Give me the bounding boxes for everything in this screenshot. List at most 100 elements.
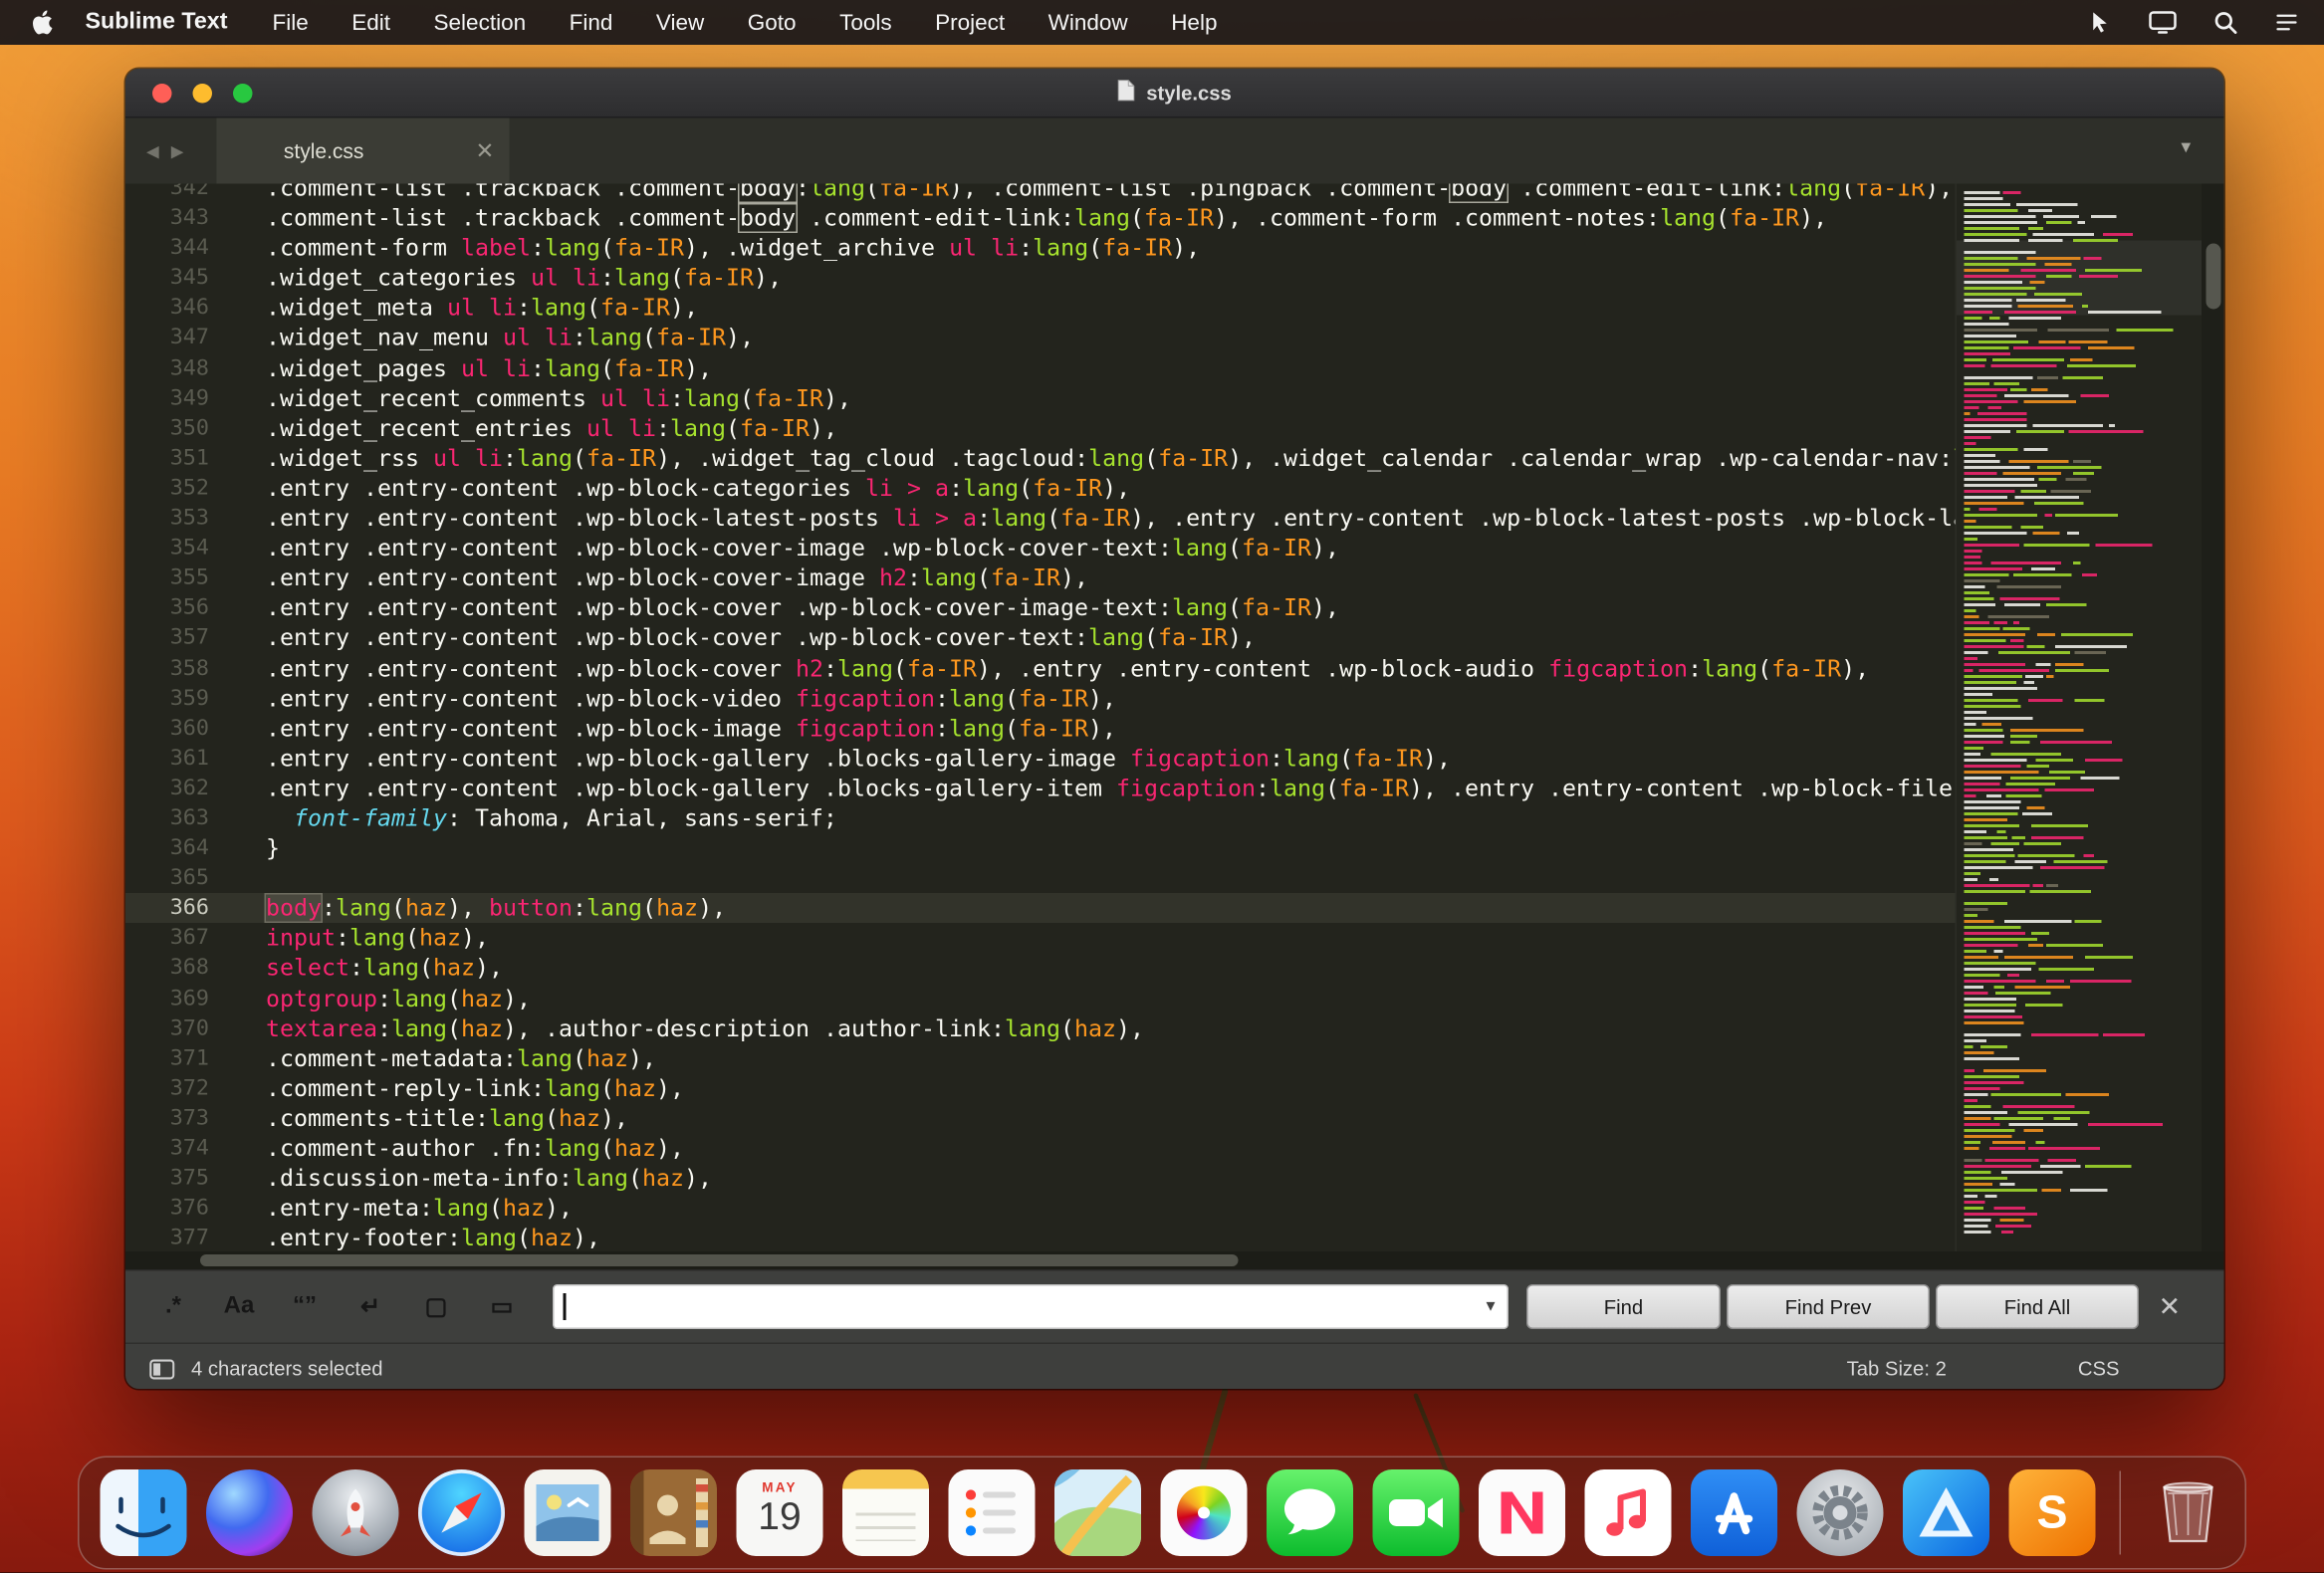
code-line-345[interactable]: 345 .widget_categories ul li:lang(fa-IR), <box>125 263 1957 293</box>
menu-item-goto[interactable]: Goto <box>748 10 797 36</box>
code-line-355[interactable]: 355 .entry .entry-content .wp-block-cover… <box>125 563 1957 593</box>
app-menu[interactable]: Sublime Text <box>86 9 228 36</box>
code-line-348[interactable]: 348 .widget_pages ul li:lang(fa-IR), <box>125 353 1957 383</box>
dock-safari-icon[interactable] <box>418 1469 505 1557</box>
code-line-366[interactable]: 366 body:lang(haz), button:lang(haz), <box>125 893 1957 924</box>
dock-app-icon[interactable] <box>1903 1469 1989 1557</box>
code-line-358[interactable]: 358 .entry .entry-content .wp-block-cover… <box>125 653 1957 683</box>
code-line-371[interactable]: 371 .comment-metadata:lang(haz), <box>125 1043 1957 1073</box>
code-line-359[interactable]: 359 .entry .entry-content .wp-block-video… <box>125 683 1957 713</box>
notification-list-icon[interactable] <box>2273 9 2300 36</box>
code-line-364[interactable]: 364} <box>125 833 1957 863</box>
dock-trash-icon[interactable] <box>2145 1469 2231 1556</box>
code-line-351[interactable]: 351 .widget_rss ul li:lang(fa-IR), .widge… <box>125 443 1957 473</box>
code-line-350[interactable]: 350 .widget_recent_entries ul li:lang(fa-… <box>125 413 1957 443</box>
menu-item-tools[interactable]: Tools <box>839 10 892 36</box>
minimize-window-button[interactable] <box>192 83 212 103</box>
menu-item-selection[interactable]: Selection <box>434 10 527 36</box>
code-line-365[interactable]: 365 <box>125 863 1957 893</box>
minimap[interactable] <box>1955 183 2202 1251</box>
code-line-357[interactable]: 357 .entry .entry-content .wp-block-cover… <box>125 623 1957 653</box>
dock-app-store-icon[interactable] <box>1691 1469 1777 1557</box>
dock-notes-icon[interactable] <box>842 1469 929 1557</box>
search-input[interactable]: ▾ <box>553 1284 1509 1329</box>
code-line-360[interactable]: 360 .entry .entry-content .wp-block-image… <box>125 714 1957 744</box>
close-window-button[interactable] <box>152 83 172 103</box>
window-titlebar[interactable]: style.css <box>125 69 2224 118</box>
code-line-373[interactable]: 373 .comments-title:lang(haz), <box>125 1103 1957 1133</box>
code-line-347[interactable]: 347 .widget_nav_menu ul li:lang(fa-IR), <box>125 324 1957 353</box>
vertical-scrollbar-thumb[interactable] <box>2205 243 2220 310</box>
code-line-363[interactable]: 363 font-family: Tahoma, Arial, sans-ser… <box>125 803 1957 833</box>
dock-music-icon[interactable] <box>1584 1469 1672 1557</box>
zoom-window-button[interactable] <box>233 83 253 103</box>
close-find-panel-icon[interactable]: ✕ <box>2159 1291 2182 1323</box>
tab-size-indicator[interactable]: Tab Size: 2 <box>1847 1358 1947 1381</box>
code-line-377[interactable]: 377 .entry-footer:lang(haz), <box>125 1224 1957 1251</box>
wrap-toggle[interactable]: ↵ <box>347 1286 394 1328</box>
code-line-376[interactable]: 376 .entry-meta:lang(haz), <box>125 1194 1957 1224</box>
input-history-dropdown-icon[interactable]: ▾ <box>1486 1295 1495 1316</box>
syntax-indicator[interactable]: CSS <box>2078 1358 2120 1381</box>
menu-item-project[interactable]: Project <box>935 10 1005 36</box>
tab-scroll-left-icon[interactable]: ◀ <box>146 141 159 160</box>
dock-calendar-icon[interactable]: MAY 19 <box>736 1469 823 1557</box>
code-line-349[interactable]: 349 .widget_recent_comments ul li:lang(fa… <box>125 383 1957 413</box>
regex-toggle[interactable]: .* <box>149 1286 197 1328</box>
tab-style-css[interactable]: style.css ✕ <box>216 117 510 184</box>
find-all-button[interactable]: Find All <box>1936 1284 2139 1329</box>
whole-word-toggle[interactable]: “” <box>281 1286 329 1328</box>
dock-reminders-icon[interactable] <box>948 1469 1036 1557</box>
code-line-369[interactable]: 369 optgroup:lang(haz), <box>125 984 1957 1013</box>
dock-launchpad-icon[interactable] <box>312 1469 399 1557</box>
menu-item-find[interactable]: Find <box>570 10 613 36</box>
code-line-375[interactable]: 375 .discussion-meta-info:lang(haz), <box>125 1164 1957 1194</box>
code-line-372[interactable]: 372 .comment-reply-link:lang(haz), <box>125 1073 1957 1103</box>
menu-item-edit[interactable]: Edit <box>351 10 390 36</box>
code-line-344[interactable]: 344 .comment-form label:lang(fa-IR), .wid… <box>125 233 1957 263</box>
spotlight-search-icon[interactable] <box>2212 9 2239 36</box>
dock-photos-icon[interactable] <box>1160 1469 1248 1557</box>
dock-mail-icon[interactable] <box>524 1469 611 1557</box>
menu-item-view[interactable]: View <box>656 10 704 36</box>
displays-icon[interactable] <box>2148 8 2178 38</box>
tab-scroll-right-icon[interactable]: ▶ <box>171 141 184 160</box>
code-line-361[interactable]: 361 .entry .entry-content .wp-block-galle… <box>125 744 1957 774</box>
code-line-368[interactable]: 368 select:lang(haz), <box>125 954 1957 984</box>
code-editor[interactable]: 342 .comment-list .trackback .comment-bod… <box>125 183 2224 1251</box>
horizontal-scrollbar[interactable] <box>125 1251 2224 1269</box>
code-line-354[interactable]: 354 .entry .entry-content .wp-block-cover… <box>125 534 1957 563</box>
menu-item-window[interactable]: Window <box>1048 10 1128 36</box>
apple-menu-icon[interactable] <box>33 10 53 35</box>
dock-siri-icon[interactable] <box>206 1469 293 1557</box>
dock-contacts-icon[interactable] <box>630 1469 717 1557</box>
code-line-346[interactable]: 346 .widget_meta ul li:lang(fa-IR), <box>125 294 1957 324</box>
code-line-342[interactable]: 342 .comment-list .trackback .comment-bod… <box>125 183 1957 204</box>
case-sensitive-toggle[interactable]: Aa <box>215 1286 263 1328</box>
dock-facetime-icon[interactable] <box>1372 1469 1460 1557</box>
code-line-367[interactable]: 367 input:lang(haz), <box>125 924 1957 954</box>
find-prev-button[interactable]: Find Prev <box>1727 1284 1930 1329</box>
dock-finder-icon[interactable] <box>100 1469 187 1557</box>
highlight-matches-toggle[interactable]: ▭ <box>478 1286 526 1328</box>
dock-messages-icon[interactable] <box>1267 1469 1353 1557</box>
dock-system-preferences-icon[interactable] <box>1796 1469 1884 1557</box>
code-line-374[interactable]: 374 .comment-author .fn:lang(haz), <box>125 1134 1957 1164</box>
dock-sublime-text-icon[interactable]: S <box>2008 1469 2096 1557</box>
tab-close-icon[interactable]: ✕ <box>476 137 495 165</box>
horizontal-scrollbar-thumb[interactable] <box>200 1254 1239 1266</box>
in-selection-toggle[interactable]: ▢ <box>412 1286 460 1328</box>
menu-item-file[interactable]: File <box>272 10 308 36</box>
code-line-353[interactable]: 353 .entry .entry-content .wp-block-lates… <box>125 504 1957 534</box>
menu-item-help[interactable]: Help <box>1171 10 1217 36</box>
code-line-370[interactable]: 370 textarea:lang(haz), .author-descripti… <box>125 1013 1957 1043</box>
code-line-352[interactable]: 352 .entry .entry-content .wp-block-categ… <box>125 473 1957 503</box>
panel-toggle-icon[interactable] <box>149 1358 175 1379</box>
code-line-356[interactable]: 356 .entry .entry-content .wp-block-cover… <box>125 593 1957 623</box>
dock-news-icon[interactable] <box>1479 1469 1565 1557</box>
pointer-icon[interactable] <box>2087 9 2114 36</box>
dock-maps-icon[interactable] <box>1054 1469 1141 1557</box>
find-button[interactable]: Find <box>1526 1284 1721 1329</box>
vertical-scrollbar[interactable] <box>2202 183 2224 1251</box>
code-line-343[interactable]: 343 .comment-list .trackback .comment-bod… <box>125 203 1957 234</box>
